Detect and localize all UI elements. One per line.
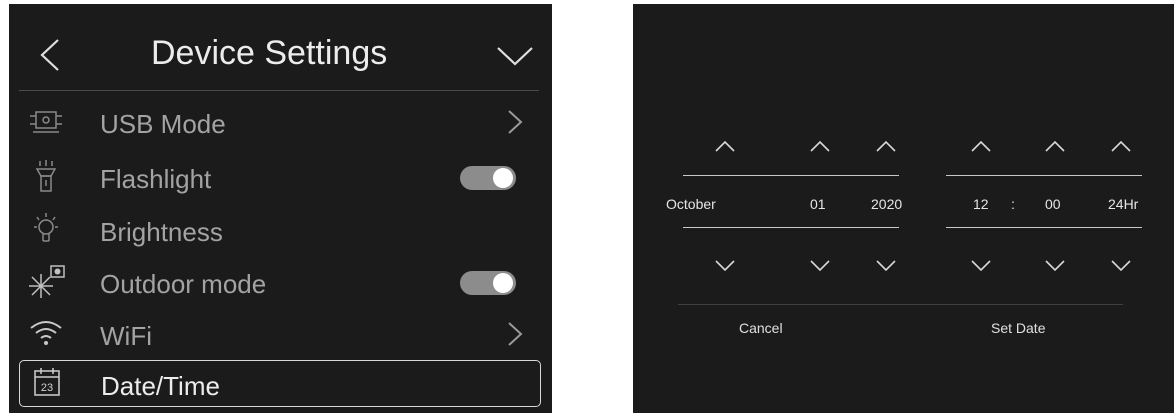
minute-down-arrow-icon[interactable]	[1040, 256, 1070, 274]
menu-item-outdoor-mode[interactable]: Outdoor mode	[19, 258, 539, 306]
menu-item-usb-mode[interactable]: USB Mode	[19, 98, 539, 146]
year-down-arrow-icon[interactable]	[871, 256, 901, 274]
time-selection-top-line	[946, 175, 1142, 176]
day-down-arrow-icon[interactable]	[805, 256, 835, 274]
hour-value[interactable]: 12	[973, 196, 989, 212]
outdoor-mode-toggle[interactable]	[460, 271, 516, 295]
device-settings-screen: Device Settings USB Mode Flashlight Brig…	[9, 4, 552, 413]
menu-item-label: Date/Time	[101, 371, 220, 401]
date-selection-top-line	[683, 175, 899, 176]
menu-item-label: Brightness	[100, 217, 223, 247]
day-up-arrow-icon[interactable]	[805, 137, 835, 155]
set-date-button[interactable]: Set Date	[983, 317, 1053, 339]
year-value[interactable]: 2020	[871, 196, 902, 212]
menu-item-label: WiFi	[100, 321, 152, 351]
chevron-down-icon[interactable]	[495, 40, 535, 70]
month-up-arrow-icon[interactable]	[710, 137, 740, 155]
time-format-value[interactable]: 24Hr	[1108, 196, 1138, 212]
calendar-icon: 23	[34, 368, 60, 396]
date-picker-screen: October 01 2020 12 : 00 24Hr Cancel Set …	[633, 4, 1174, 413]
button-divider	[678, 304, 1123, 305]
minute-value[interactable]: 00	[1045, 196, 1061, 212]
hour-up-arrow-icon[interactable]	[966, 137, 996, 155]
usb-mode-icon	[30, 111, 62, 133]
time-separator: :	[1011, 196, 1015, 212]
brightness-bulb-icon	[34, 213, 58, 242]
cancel-button[interactable]: Cancel	[731, 317, 791, 339]
hour-down-arrow-icon[interactable]	[966, 256, 996, 274]
minute-up-arrow-icon[interactable]	[1040, 137, 1070, 155]
menu-item-brightness[interactable]: Brightness	[19, 206, 539, 254]
wifi-icon	[30, 321, 62, 345]
month-down-arrow-icon[interactable]	[710, 256, 740, 274]
chevron-right-icon	[508, 110, 523, 134]
day-value[interactable]: 01	[810, 196, 826, 212]
month-value[interactable]: October	[666, 196, 716, 212]
menu-item-label: USB Mode	[100, 109, 226, 139]
flashlight-toggle[interactable]	[460, 166, 516, 190]
chevron-left-icon[interactable]	[36, 37, 64, 73]
date-selection-bottom-line	[683, 227, 899, 228]
toggle-knob	[493, 168, 513, 188]
flashlight-icon	[35, 160, 57, 192]
outdoor-mode-icon	[29, 265, 65, 298]
menu-item-flashlight[interactable]: Flashlight	[19, 153, 539, 201]
chevron-right-icon	[508, 322, 523, 346]
calendar-icon-text: 23	[41, 382, 53, 394]
format-down-arrow-icon[interactable]	[1106, 256, 1136, 274]
menu-item-label: Flashlight	[100, 164, 212, 194]
format-up-arrow-icon[interactable]	[1106, 137, 1136, 155]
menu-item-date-time[interactable]: 23 Date/Time	[19, 360, 541, 407]
header-divider	[19, 90, 539, 91]
time-selection-bottom-line	[946, 227, 1142, 228]
page-title: Device Settings	[151, 34, 388, 72]
toggle-knob	[493, 273, 513, 293]
menu-item-wifi[interactable]: WiFi	[19, 310, 539, 358]
menu-item-label: Outdoor mode	[100, 269, 267, 299]
year-up-arrow-icon[interactable]	[871, 137, 901, 155]
